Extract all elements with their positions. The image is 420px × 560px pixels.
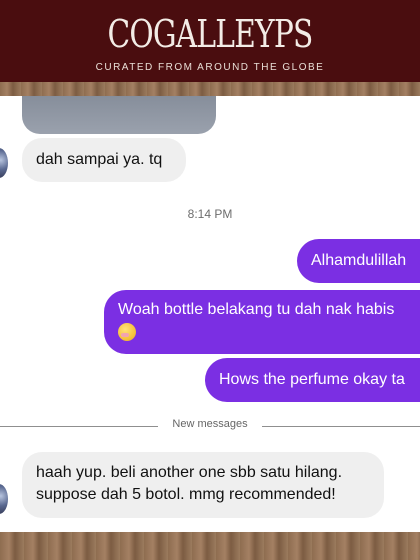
brand-tagline: CURATED FROM AROUND THE GLOBE — [95, 62, 325, 73]
wood-frame-bottom — [0, 532, 420, 560]
message-text: Alhamdulillah — [311, 252, 407, 269]
message-text-line: haah yup. beli another one sbb satu hila… — [36, 464, 343, 481]
new-messages-divider: New messages — [0, 418, 420, 434]
brand-banner: COGALLEYPS CURATED FROM AROUND THE GLOBE — [0, 0, 420, 82]
incoming-message-bubble[interactable]: dah sampai ya. tq — [22, 138, 186, 182]
message-text: Hows the perfume okay ta — [219, 371, 405, 388]
outgoing-message-bubble[interactable]: Woah bottle belakang tu dah nak habis — [104, 290, 420, 354]
chat-thread[interactable]: dah sampai ya. tq 8:14 PM Alhamdulillah … — [0, 96, 420, 532]
brand-logo-text: COGALLEYPS — [107, 12, 313, 56]
message-text-line: suppose dah 5 botol. mmg recommended! — [36, 486, 336, 503]
message-text: Woah bottle belakang tu dah nak habis — [118, 301, 395, 318]
shared-media-preview[interactable] — [22, 96, 216, 134]
incoming-message-bubble[interactable]: haah yup. beli another one sbb satu hila… — [22, 452, 384, 518]
new-messages-label: New messages — [172, 418, 248, 430]
avatar[interactable] — [0, 484, 8, 514]
outgoing-message-bubble[interactable]: Hows the perfume okay ta — [205, 358, 420, 402]
divider-line — [262, 426, 420, 427]
message-timestamp: 8:14 PM — [187, 207, 233, 221]
outgoing-message-bubble[interactable]: Alhamdulillah — [297, 239, 420, 283]
face-with-hand-over-mouth-icon — [118, 322, 136, 341]
message-text: dah sampai ya. tq — [36, 151, 163, 168]
avatar[interactable] — [0, 148, 8, 178]
